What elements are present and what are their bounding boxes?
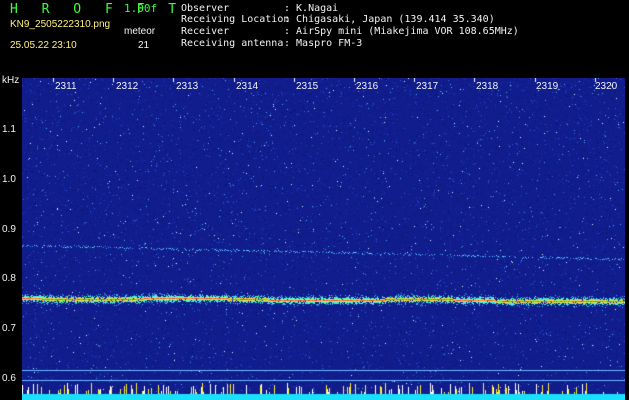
x-tick-2311: 2311 [55,81,77,92]
x-tick-2318: 2318 [476,81,499,92]
x-tick-2320: 2320 [595,81,618,92]
file-name: KN9_2505222310.png [10,19,111,30]
app-version: 1.00f [124,2,158,15]
y-axis-unit: kHz [2,75,20,86]
y-tick-0.8: 0.8 [2,273,16,284]
meteor-count: 21 [138,40,150,51]
receiver-value: : AirSpy mini (Miakejima VOR 108.65MHz) [284,26,519,37]
y-tick-1.1: 1.1 [2,124,16,135]
observer-label: Observer [181,3,230,14]
x-tick-2317: 2317 [416,81,439,92]
header-panel: H R O F F T 1.00f KN9_2505222310.png met… [0,0,629,75]
antenna-label: Receiving antenna [181,38,284,49]
app-title: H R O F F T [10,2,185,17]
location-label: Receiving Location [181,14,290,25]
receiver-label: Receiver [181,26,230,37]
y-tick-1.0: 1.0 [2,174,16,185]
x-tick-2316: 2316 [356,81,379,92]
observer-value: : K.Nagai [284,3,339,14]
meteor-label: meteor [124,26,156,37]
spectrogram-canvas [22,78,625,400]
x-tick-2315: 2315 [296,81,319,92]
y-tick-0.6: 0.6 [2,373,16,384]
x-tick-2319: 2319 [536,81,559,92]
y-tick-0.7: 0.7 [2,323,16,334]
antenna-value: : Maspro FM-3 [284,38,363,49]
location-value: : Chigasaki, Japan (139.414 35.340) [284,14,495,25]
x-tick-2314: 2314 [236,81,259,92]
x-tick-2313: 2313 [176,81,199,92]
y-tick-0.9: 0.9 [2,224,16,235]
date-time: 25.05.22 23:10 [10,40,77,51]
x-tick-2312: 2312 [116,81,139,92]
